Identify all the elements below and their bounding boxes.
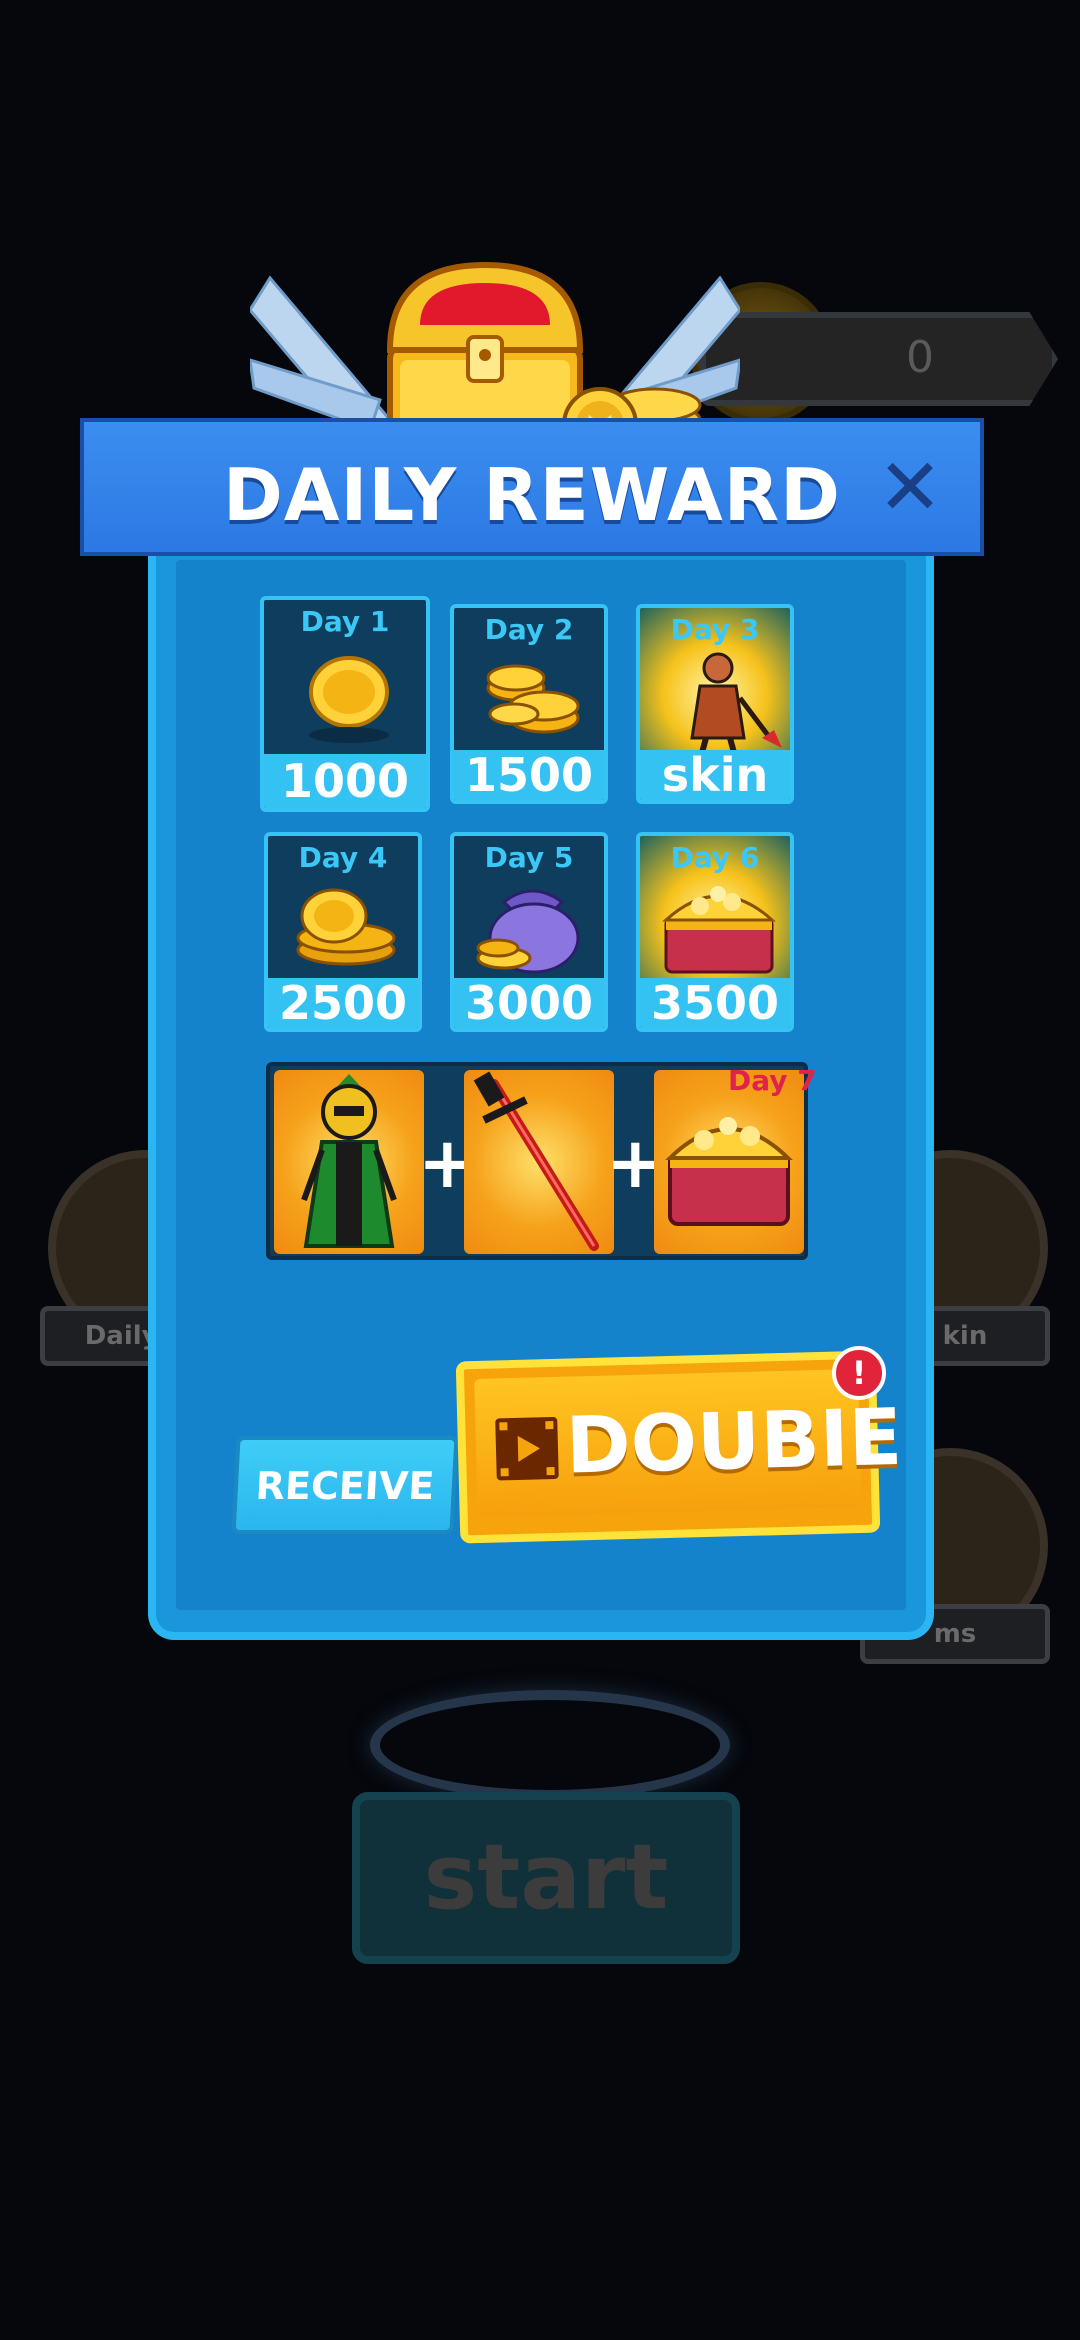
double-reward-button[interactable]: DOUBIE	[455, 1350, 904, 1544]
reward-amount: 3500	[640, 978, 790, 1028]
video-ad-icon	[495, 1416, 559, 1481]
reward-amount: skin	[640, 750, 790, 800]
receive-button[interactable]: RECEIVE	[231, 1436, 459, 1534]
day-card-5[interactable]: Day 5 3000	[450, 832, 608, 1032]
coin-bag-icon	[476, 889, 580, 974]
reward-amount: 3000	[454, 978, 604, 1028]
day-card-2[interactable]: Day 2 1500	[450, 604, 608, 804]
reward-amount: 1000	[264, 754, 426, 808]
red-sword-icon	[473, 1071, 599, 1251]
double-button-label: DOUBIE	[564, 1392, 904, 1492]
day7-item-skin	[274, 1070, 424, 1254]
day7-item-sword	[464, 1070, 614, 1254]
notification-badge: !	[832, 1346, 886, 1400]
day-card-1[interactable]: Day 1 1000	[260, 596, 430, 812]
bg-coin-counter-bar	[700, 312, 1058, 406]
single-coin-icon	[309, 656, 389, 743]
day-card-4[interactable]: Day 4 2500	[264, 832, 422, 1032]
close-icon: ✕	[877, 443, 943, 533]
treasure-chest-icon	[662, 886, 776, 974]
character-skin-icon	[690, 652, 782, 758]
dialog-title: DAILY REWARD	[223, 453, 841, 537]
bg-start-ring	[370, 1690, 730, 1800]
day7-label: Day 7	[728, 1064, 817, 1097]
bg-start-button: start	[352, 1792, 740, 1964]
day-card-6[interactable]: Day 6 3500	[636, 832, 794, 1032]
coin-stack-icon	[486, 664, 580, 734]
day-card-3[interactable]: Day 3 skin	[636, 604, 794, 804]
close-button[interactable]: ✕	[870, 448, 950, 528]
reward-amount: 2500	[268, 978, 418, 1028]
character-skin-icon	[301, 1074, 397, 1248]
bg-coin-counter-value: 0	[906, 332, 934, 383]
reward-amount: 1500	[454, 750, 604, 800]
coin-pile-icon	[296, 888, 396, 966]
